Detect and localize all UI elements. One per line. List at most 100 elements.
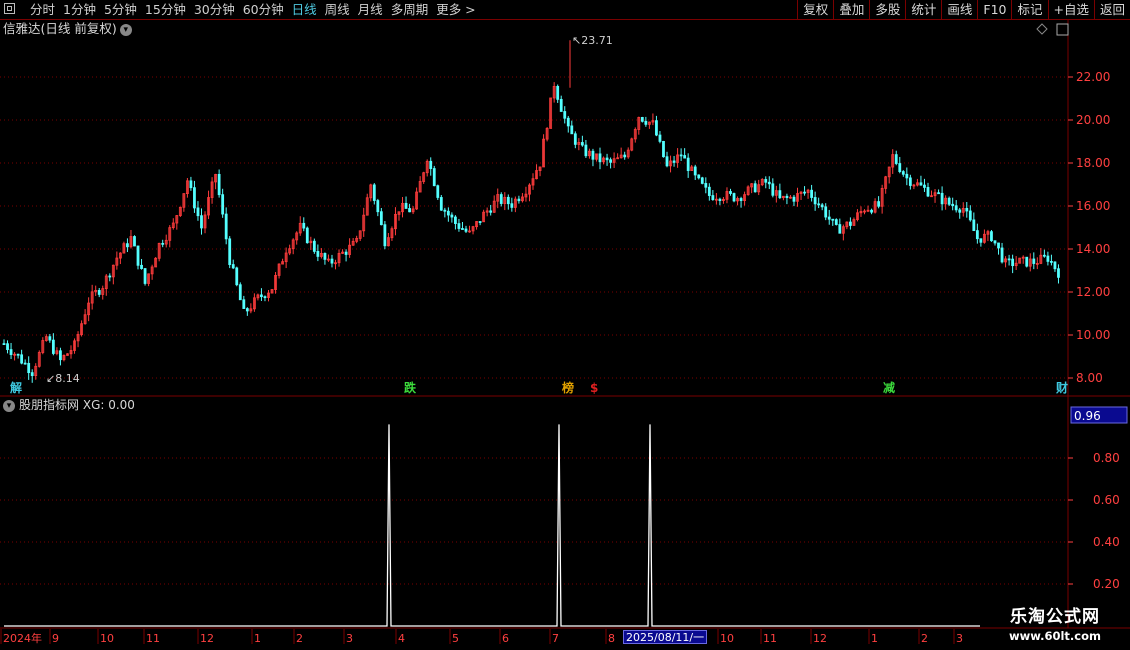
candle-body	[609, 159, 612, 163]
price-tick-label: 10.00	[1076, 328, 1110, 342]
candle-body	[827, 216, 831, 220]
candle-body	[566, 117, 570, 127]
candle-body	[344, 251, 348, 255]
time-tick-label: 1	[871, 632, 878, 645]
price-tick-label: 14.00	[1076, 242, 1110, 256]
candle-body	[965, 207, 969, 212]
candle-body	[439, 197, 443, 211]
time-tick-label: 12	[813, 632, 827, 645]
candle-body	[979, 238, 983, 243]
candle-body	[838, 224, 842, 234]
time-tick-label: 8	[608, 632, 615, 645]
candle-body	[305, 227, 309, 244]
candle-body	[739, 198, 743, 201]
candle-body	[1000, 247, 1004, 263]
cursor-date-label: 2025/08/11/一	[623, 630, 708, 644]
candle-body	[143, 268, 147, 284]
candle-body	[990, 231, 993, 242]
candle-body	[640, 117, 644, 122]
candle-body	[623, 154, 627, 158]
candle-body	[108, 275, 112, 278]
price-tick-label: 12.00	[1076, 285, 1110, 299]
chevron-down-icon[interactable]: ▾	[3, 399, 15, 412]
panel-toggle-icon	[1056, 23, 1069, 36]
chart-title: 信雅达(日线 前复权) ▾	[3, 21, 132, 37]
candle-body	[1057, 268, 1060, 278]
candle-body	[785, 195, 789, 199]
candle-body	[947, 197, 951, 205]
candle-body	[217, 173, 221, 196]
candle-body	[30, 372, 34, 377]
candle-body	[591, 150, 595, 160]
candle-body	[457, 223, 461, 229]
chevron-down-icon[interactable]: ▾	[119, 23, 132, 36]
event-marker: 榜	[562, 380, 574, 395]
candle-body	[940, 192, 944, 205]
kline-chart[interactable]: 22.00 20.00 18.00 16.00 14.00 12.00 10.00 8.00 ↖…	[0, 0, 1130, 650]
candle-body	[316, 251, 320, 257]
xg-value-label: XG: 0.00	[82, 398, 135, 412]
candle-body	[379, 211, 383, 226]
candle-body	[764, 179, 768, 183]
candle-body	[59, 350, 62, 361]
candle-body	[951, 203, 955, 207]
price-tick-label: 20.00	[1076, 113, 1110, 127]
candle-body	[584, 144, 588, 157]
candle-body	[580, 142, 584, 146]
candle-body	[919, 182, 923, 186]
indicator-tick-label: 0.40	[1093, 535, 1120, 549]
time-tick-label: 9	[52, 632, 59, 645]
candle-body	[753, 183, 757, 193]
candle-body	[446, 210, 450, 216]
candle-body	[926, 187, 930, 197]
candle-body	[817, 203, 821, 206]
low-price-label: ↙8.14	[46, 372, 80, 385]
time-tick-label: 2	[921, 632, 928, 645]
candle-body	[820, 204, 824, 208]
candle-body	[506, 196, 510, 205]
candle-body	[958, 209, 962, 213]
time-tick-label: 11	[763, 632, 777, 645]
time-tick-label: 4	[398, 632, 405, 645]
time-tick-label: 10	[100, 632, 114, 645]
candle-body	[323, 253, 327, 260]
candle-body	[810, 189, 814, 198]
candle-body	[16, 353, 20, 356]
event-marker: 解	[10, 380, 22, 395]
candle-body	[200, 215, 203, 229]
candle-body	[221, 194, 225, 215]
candle-body	[658, 134, 662, 142]
candle-body	[238, 284, 242, 301]
candle-body	[443, 209, 447, 212]
candle-body	[193, 187, 196, 209]
candle-body	[1053, 261, 1057, 270]
candle-body	[954, 205, 958, 211]
candle-body	[824, 206, 828, 218]
candle-body	[923, 184, 926, 188]
time-tick-label: 11	[146, 632, 160, 645]
candle-body	[312, 240, 316, 252]
candle-body	[1042, 254, 1046, 257]
candle-body	[408, 208, 411, 213]
time-tick-label: 6	[502, 632, 509, 645]
indicator-current-value: 0.96	[1074, 409, 1101, 423]
candle-body	[877, 201, 881, 207]
xg-signal-line	[4, 424, 980, 627]
candle-body	[302, 222, 306, 229]
candle-body	[771, 183, 775, 196]
candle-body	[559, 98, 563, 112]
candle-body	[383, 224, 387, 247]
candle-body	[679, 154, 683, 157]
candle-body	[901, 171, 905, 175]
candle-body	[937, 192, 940, 195]
candle-body	[189, 180, 193, 189]
indicator-tick-label: 0.20	[1093, 577, 1120, 591]
candle-body	[464, 228, 468, 232]
time-tick-label: 12	[200, 632, 214, 645]
candle-body	[704, 183, 708, 188]
candle-body	[573, 133, 577, 145]
candle-body	[665, 156, 669, 167]
candle-body	[655, 120, 658, 136]
candle-body	[27, 362, 31, 374]
candle-body	[126, 243, 129, 248]
